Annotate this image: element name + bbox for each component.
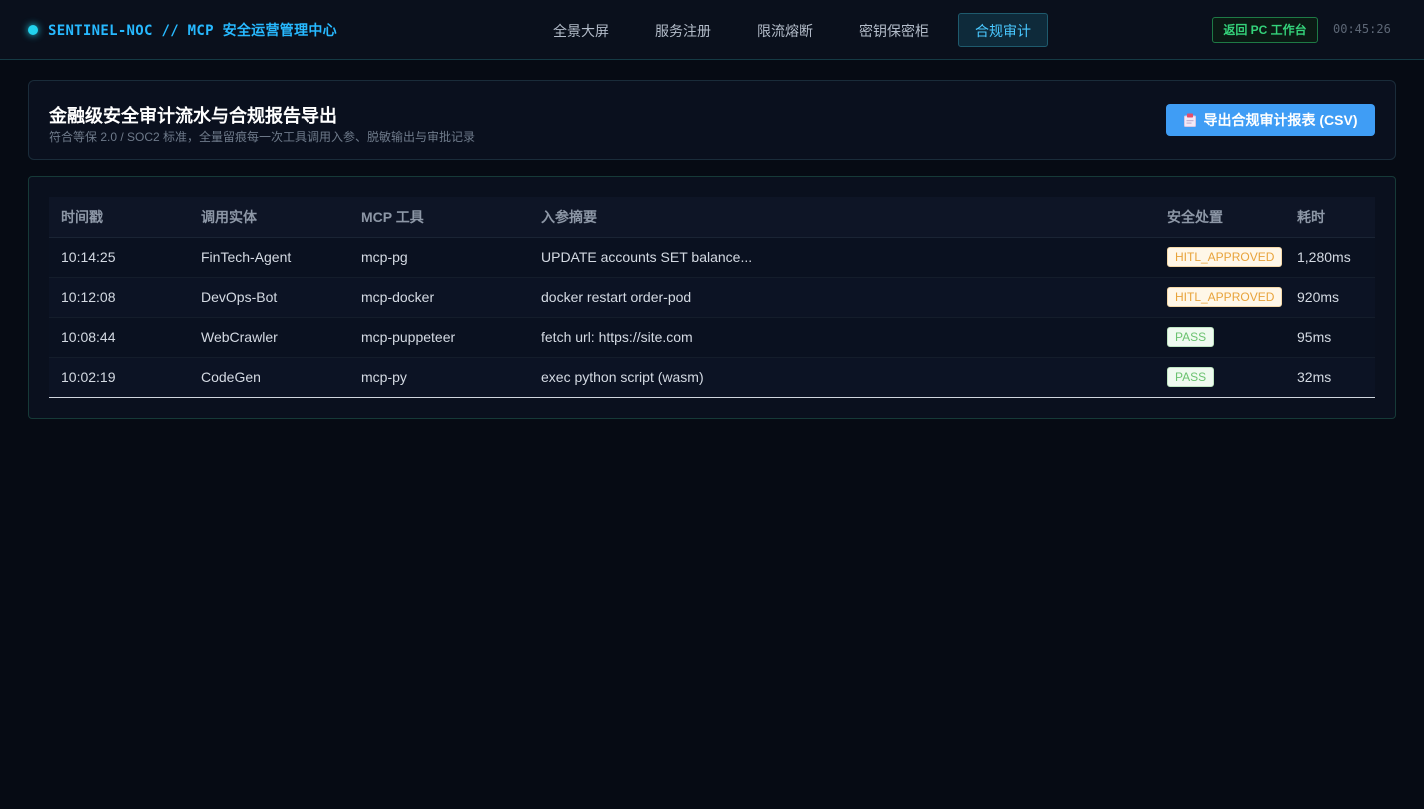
tab-service-registry[interactable]: 服务注册: [638, 13, 728, 47]
cell-duration: 920ms: [1285, 277, 1375, 318]
cell-disposition: PASS: [1155, 317, 1285, 358]
tab-compliance-audit[interactable]: 合规审计: [958, 13, 1048, 47]
status-badge: HITL_APPROVED: [1167, 247, 1283, 267]
cell-duration: 1,280ms: [1285, 237, 1375, 278]
back-to-workbench-button[interactable]: 返回 PC 工作台: [1212, 17, 1318, 43]
export-icon: [1183, 113, 1196, 127]
column-header-tool[interactable]: MCP 工具: [349, 197, 529, 238]
cell-tool: mcp-pg: [349, 237, 529, 278]
audit-table: 时间戳 调用实体 MCP 工具 入参摘要 安全处置 耗时 10:14:25 Fi…: [49, 197, 1375, 398]
column-header-params[interactable]: 入参摘要: [529, 197, 1155, 238]
clock: 00:45:26: [1333, 22, 1391, 36]
tab-key-vault[interactable]: 密钥保密柜: [842, 13, 946, 47]
export-csv-label: 导出合规审计报表 (CSV): [1203, 112, 1358, 128]
column-header-disposition[interactable]: 安全处置: [1155, 197, 1285, 238]
cell-disposition: PASS: [1155, 357, 1285, 398]
cell-disposition: HITL_APPROVED: [1155, 237, 1285, 278]
cell-tool: mcp-py: [349, 357, 529, 398]
cell-duration: 95ms: [1285, 317, 1375, 358]
cell-entity: FinTech-Agent: [189, 237, 349, 278]
status-badge: PASS: [1167, 327, 1215, 347]
cell-timestamp: 10:08:44: [49, 317, 189, 358]
main-nav: 全景大屏 服务注册 限流熔断 密钥保密柜 合规审计: [536, 13, 1060, 47]
brand-title: SENTINEL-NOC // MCP 安全运营管理中心: [48, 23, 337, 39]
cell-entity: DevOps-Bot: [189, 277, 349, 318]
cell-timestamp: 10:14:25: [49, 237, 189, 278]
page-subtitle: 符合等保 2.0 / SOC2 标准，全量留痕每一次工具调用入参、脱敏输出与审批…: [49, 130, 476, 144]
column-header-duration[interactable]: 耗时: [1285, 197, 1375, 238]
export-csv-button[interactable]: 导出合规审计报表 (CSV): [1166, 104, 1375, 136]
status-badge: PASS: [1167, 367, 1215, 387]
cell-params: exec python script (wasm): [529, 357, 1155, 398]
column-header-entity[interactable]: 调用实体: [189, 197, 349, 238]
tab-dashboard[interactable]: 全景大屏: [536, 13, 626, 47]
table-row[interactable]: 10:12:08 DevOps-Bot mcp-docker docker re…: [49, 277, 1375, 318]
tab-rate-limit[interactable]: 限流熔断: [740, 13, 830, 47]
table-row[interactable]: 10:02:19 CodeGen mcp-py exec python scri…: [49, 357, 1375, 398]
column-header-timestamp[interactable]: 时间戳: [49, 197, 189, 238]
cell-duration: 32ms: [1285, 357, 1375, 398]
page-title: 金融级安全审计流水与合规报告导出: [49, 106, 337, 126]
cell-params: fetch url: https://site.com: [529, 317, 1155, 358]
page-header-card: 金融级安全审计流水与合规报告导出 符合等保 2.0 / SOC2 标准，全量留痕…: [28, 80, 1396, 160]
status-dot-icon: [28, 25, 38, 35]
cell-params: docker restart order-pod: [529, 277, 1155, 318]
cell-tool: mcp-docker: [349, 277, 529, 318]
cell-disposition: HITL_APPROVED: [1155, 277, 1285, 318]
table-row[interactable]: 10:08:44 WebCrawler mcp-puppeteer fetch …: [49, 317, 1375, 358]
cell-entity: CodeGen: [189, 357, 349, 398]
cell-timestamp: 10:02:19: [49, 357, 189, 398]
status-badge: HITL_APPROVED: [1167, 287, 1283, 307]
brand: SENTINEL-NOC // MCP 安全运营管理中心: [28, 20, 337, 40]
cell-params: UPDATE accounts SET balance...: [529, 237, 1155, 278]
table-row[interactable]: 10:14:25 FinTech-Agent mcp-pg UPDATE acc…: [49, 237, 1375, 278]
table-header-row: 时间戳 调用实体 MCP 工具 入参摘要 安全处置 耗时: [49, 197, 1375, 238]
cell-entity: WebCrawler: [189, 317, 349, 358]
cell-timestamp: 10:12:08: [49, 277, 189, 318]
cell-tool: mcp-puppeteer: [349, 317, 529, 358]
top-bar: SENTINEL-NOC // MCP 安全运营管理中心 全景大屏 服务注册 限…: [0, 0, 1424, 60]
audit-table-card: 时间戳 调用实体 MCP 工具 入参摘要 安全处置 耗时 10:14:25 Fi…: [28, 176, 1396, 419]
